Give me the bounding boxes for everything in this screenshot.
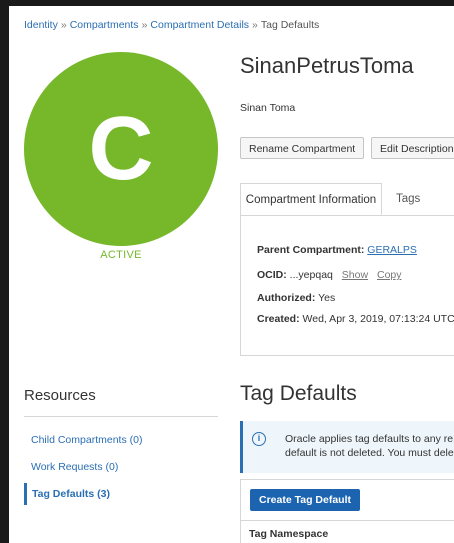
rename-compartment-button[interactable]: Rename Compartment [240,137,365,159]
authorized-row: Authorized: Yes [257,292,335,304]
tab-tags[interactable]: Tags [382,183,434,215]
create-tag-default-button[interactable]: Create Tag Default [250,489,360,511]
tab-compartment-information[interactable]: Compartment Information [240,183,382,215]
ocid-value: ...yepqaq [289,269,333,281]
breadcrumb-separator: » [60,19,67,31]
page-title: SinanPetrusToma [240,53,414,78]
resources-title: Resources [24,387,96,404]
ocid-copy-link[interactable]: Copy [377,269,402,281]
breadcrumb-separator: » [141,19,148,31]
info-icon: i [252,432,266,446]
breadcrumb-separator: » [252,19,258,31]
avatar-letter: C [88,99,154,199]
parent-compartment-label: Parent Compartment: [257,244,365,256]
status-badge: ACTIVE [100,249,142,261]
ocid-show-link[interactable]: Show [342,269,368,281]
ocid-row: OCID: ...yepqaq Show Copy [257,269,402,281]
authorized-value: Yes [318,292,336,304]
edit-description-button[interactable]: Edit Description [371,137,454,159]
created-label: Created: [257,313,300,325]
authorized-label: Authorized: [257,292,316,304]
resource-item-child-compartments[interactable]: Child Compartments (0) [24,429,218,451]
details-tabs: Compartment Information Tags [240,183,454,216]
resources-divider [24,416,218,417]
created-row: Created: Wed, Apr 3, 2019, 07:13:24 UTC [257,313,454,325]
column-header-tag-namespace[interactable]: Tag Namespace [249,528,328,540]
tag-defaults-title: Tag Defaults [240,382,357,405]
compartment-info-panel: Parent Compartment: GERALPS OCID: ...yep… [240,214,454,356]
alert-text: Oracle applies tag defaults to any re de… [285,432,454,460]
tag-defaults-table: Create Tag Default Tag Namespace [240,479,454,543]
created-value: Wed, Apr 3, 2019, 07:13:24 UTC [302,313,454,325]
alert-text-line: Oracle applies tag defaults to any re [285,433,454,445]
breadcrumb: Identity» Compartments» Compartment Detail… [24,19,319,31]
resource-item-tag-defaults[interactable]: Tag Defaults (3) [24,483,218,505]
breadcrumb-current: Tag Defaults [260,19,320,31]
breadcrumb-compartments[interactable]: Compartments [70,19,139,31]
ocid-label: OCID: [257,269,287,281]
page-frame: Identity» Compartments» Compartment Detail… [9,6,454,543]
parent-compartment-link[interactable]: GERALPS [367,244,417,256]
breadcrumb-identity[interactable]: Identity [24,19,58,31]
compartment-description: Sinan Toma [240,102,296,114]
compartment-avatar: C [24,52,218,246]
alert-text-line: default is not deleted. You must dele [285,447,454,459]
table-divider [241,520,454,521]
info-alert: i Oracle applies tag defaults to any re … [240,421,454,473]
resource-item-work-requests[interactable]: Work Requests (0) [24,456,218,478]
breadcrumb-compartment-details[interactable]: Compartment Details [150,19,249,31]
parent-compartment-row: Parent Compartment: GERALPS [257,244,417,256]
